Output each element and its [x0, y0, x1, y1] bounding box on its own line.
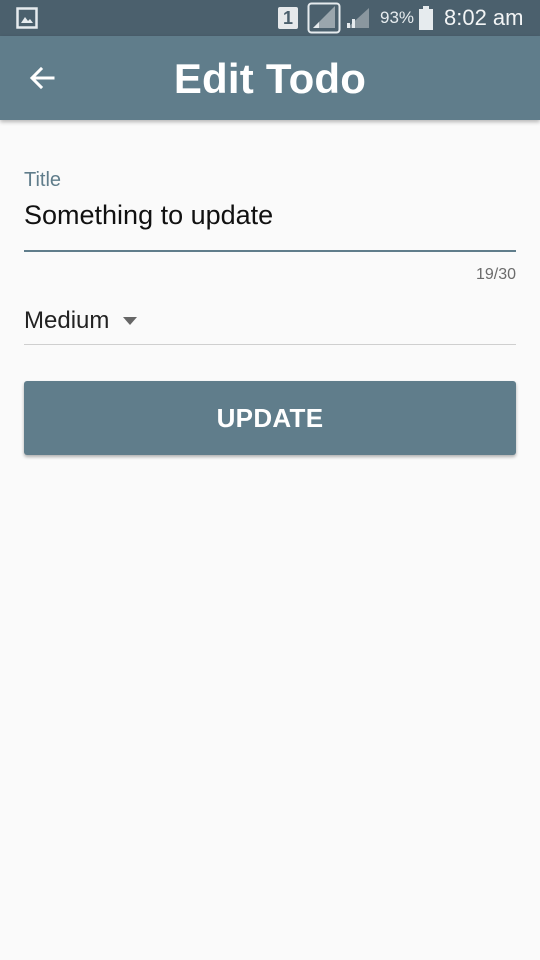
- character-counter: 19/30: [475, 266, 516, 283]
- priority-dropdown[interactable]: Medium: [24, 302, 516, 345]
- update-button[interactable]: UPDATE: [24, 381, 516, 455]
- app-bar: Edit Todo: [0, 36, 540, 120]
- battery-percent: 93%: [380, 8, 415, 27]
- signal-icon: [307, 2, 341, 34]
- sim-slot-badge: 1: [278, 7, 298, 29]
- page-title: Edit Todo: [173, 55, 367, 102]
- title-input-underline: [24, 250, 516, 252]
- signal-icon: [347, 8, 369, 28]
- dropdown-arrow-icon: [123, 317, 137, 325]
- title-field-label: Title: [24, 169, 62, 191]
- priority-dropdown-underline: [24, 344, 516, 345]
- status-bar: 1 93% 8:02 am: [0, 0, 540, 36]
- priority-selected-value: Medium: [24, 307, 110, 334]
- title-input[interactable]: [24, 198, 516, 232]
- battery-icon: [419, 6, 433, 30]
- status-clock: 8:02 am: [444, 5, 524, 30]
- gallery-icon: [16, 7, 38, 29]
